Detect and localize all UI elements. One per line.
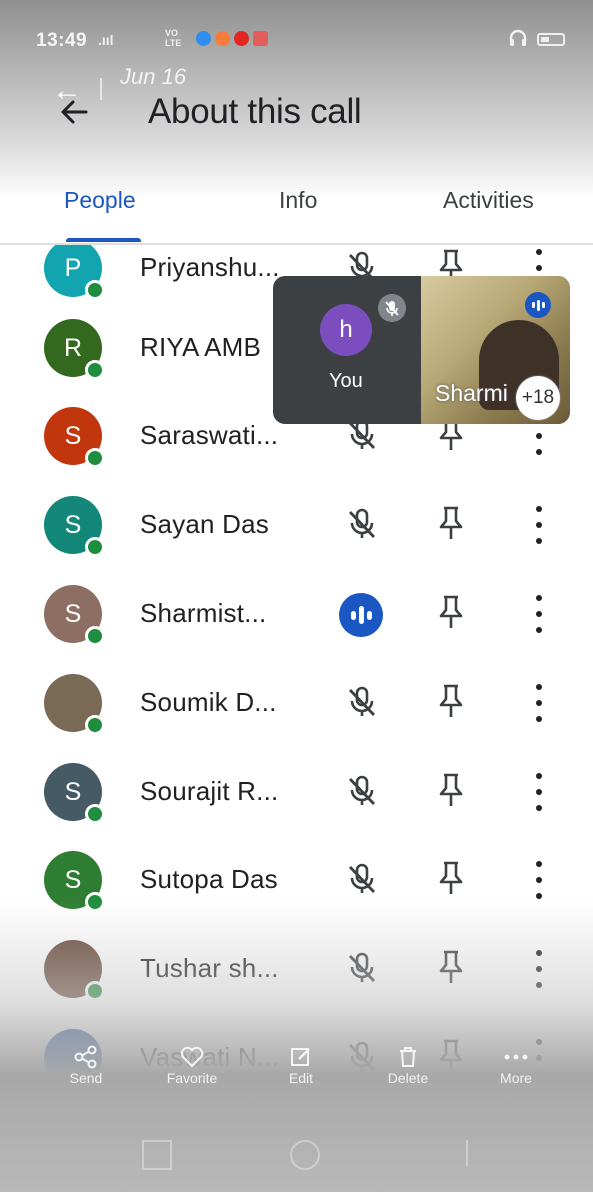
avatar-initial: S	[64, 777, 82, 806]
mic-off-icon[interactable]	[342, 771, 382, 811]
participant-row[interactable]: S Sharmist...	[0, 571, 593, 659]
avatar-initial: P	[64, 253, 82, 282]
participant-name: Sayan Das	[140, 509, 269, 539]
app-notification-icon	[215, 31, 230, 46]
pin-icon[interactable]	[436, 772, 466, 808]
speaking-indicator-icon	[339, 593, 383, 637]
online-indicator	[85, 360, 105, 380]
avatar-initial: S	[64, 865, 82, 894]
online-indicator	[85, 804, 105, 824]
more-options-icon[interactable]	[525, 861, 553, 899]
participant-name: Saraswati...	[140, 420, 279, 450]
tab-info[interactable]: Info	[279, 187, 317, 214]
back-arrow-icon[interactable]	[56, 94, 92, 130]
battery-icon	[537, 33, 565, 46]
more-options-icon[interactable]	[525, 773, 553, 811]
participant-name: Priyanshu...	[140, 252, 280, 282]
participant-row[interactable]: S Sayan Das	[0, 482, 593, 570]
more-options-icon[interactable]	[525, 506, 553, 544]
online-indicator	[85, 448, 105, 468]
edit-label: Edit	[288, 1070, 314, 1086]
participant-name: Soumik D...	[140, 687, 277, 717]
youtube-notification-icon	[234, 31, 249, 46]
tab-divider	[0, 243, 593, 245]
more-horizontal-icon	[476, 1044, 556, 1070]
online-indicator	[85, 715, 105, 735]
more-options-icon[interactable]	[525, 684, 553, 722]
avatar-initial: R	[63, 333, 83, 362]
app-notification-icon	[196, 31, 211, 46]
participant-avatar: S	[44, 763, 105, 824]
favorite-button[interactable]: Favorite	[152, 1044, 232, 1086]
share-icon	[46, 1044, 126, 1070]
gallery-action-bar: Send Favorite Edit Delete More	[0, 1040, 593, 1100]
mic-off-icon	[378, 294, 406, 322]
heart-icon	[152, 1044, 232, 1070]
mic-off-icon[interactable]	[342, 859, 382, 899]
mic-off-icon[interactable]	[342, 682, 382, 722]
status-time: 13:49	[36, 30, 88, 51]
tab-indicator	[66, 238, 141, 242]
avatar-initial: S	[64, 510, 82, 539]
nav-back-hint	[440, 1140, 468, 1166]
participant-row[interactable]: S Sourajit R...	[0, 749, 593, 837]
tab-people[interactable]: People	[64, 187, 136, 214]
app-bar: About this call	[0, 86, 593, 146]
notification-icons	[196, 31, 268, 46]
avatar-initial: S	[64, 421, 82, 450]
participant-name: Sharmist...	[140, 598, 267, 628]
online-indicator	[85, 626, 105, 646]
self-tile[interactable]: h You	[273, 276, 421, 424]
edit-button[interactable]: Edit	[261, 1044, 341, 1086]
participant-avatar: S	[44, 496, 105, 557]
avatar-initial: S	[64, 599, 82, 628]
tab-bar: People Info Activities	[0, 180, 593, 242]
pin-icon[interactable]	[436, 860, 466, 896]
send-button[interactable]: Send	[46, 1044, 126, 1086]
self-label: You	[329, 370, 363, 392]
headset-icon	[509, 29, 527, 46]
tab-activities[interactable]: Activities	[443, 187, 534, 214]
delete-button[interactable]: Delete	[368, 1044, 448, 1086]
participant-avatar: R	[44, 319, 105, 380]
participant-row[interactable]: Soumik D...	[0, 660, 593, 748]
volte-label: VO LTE	[165, 28, 182, 48]
participant-avatar: S	[44, 585, 105, 646]
nav-home-hint	[290, 1140, 320, 1170]
participant-name: Sutopa Das	[140, 864, 278, 894]
more-options-icon[interactable]	[525, 595, 553, 633]
app-notification-icon	[253, 31, 268, 46]
pin-icon[interactable]	[436, 683, 466, 719]
pin-icon[interactable]	[436, 594, 466, 630]
page-title: About this call	[148, 92, 362, 131]
screen: 13:49 .ııl VO LTE ← Jun 16 About this cal…	[0, 0, 593, 1192]
speaking-indicator-icon	[525, 292, 551, 318]
more-label: More	[500, 1070, 532, 1086]
delete-label: Delete	[387, 1070, 429, 1086]
more-participants-badge[interactable]: +18	[516, 376, 560, 420]
trash-icon	[368, 1044, 448, 1070]
participant-avatar: P	[44, 245, 105, 300]
signal-icon: .ııl	[98, 32, 114, 48]
online-indicator	[85, 537, 105, 557]
status-bar: 13:49 .ııl VO LTE	[0, 22, 593, 58]
participant-avatar	[44, 674, 105, 735]
edit-icon	[261, 1044, 341, 1070]
participant-name: Sourajit R...	[140, 776, 279, 806]
mic-off-icon[interactable]	[342, 504, 382, 544]
send-label: Send	[69, 1070, 103, 1086]
video-participant-name: Sharmi	[435, 380, 508, 406]
participant-avatar: S	[44, 407, 105, 468]
self-avatar: h	[320, 304, 372, 356]
more-button[interactable]: More	[476, 1044, 556, 1086]
online-indicator	[85, 280, 105, 300]
participant-name: RIYA AMB	[140, 332, 262, 362]
pin-icon[interactable]	[436, 505, 466, 541]
favorite-label: Favorite	[166, 1070, 218, 1086]
nav-recents-hint	[142, 1140, 172, 1170]
